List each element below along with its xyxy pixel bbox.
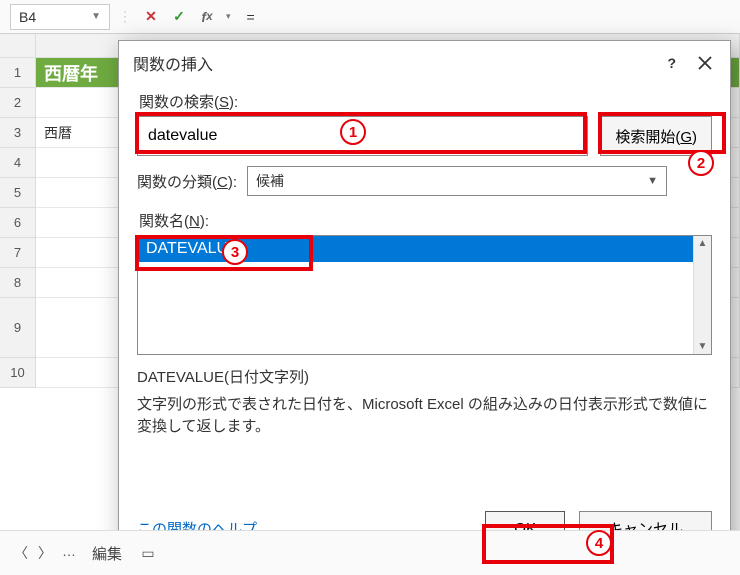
row-header[interactable]: 3	[0, 118, 36, 148]
scrollbar[interactable]: ▲ ▼	[693, 236, 711, 354]
status-mode: 編集	[92, 543, 122, 564]
sheet-prev-icon[interactable]: 〈	[14, 543, 28, 563]
function-signature: DATEVALUE(日付文字列)	[137, 367, 712, 390]
select-all-corner[interactable]	[0, 34, 36, 57]
formula-value: =	[247, 9, 255, 25]
sheet-ellipsis: …	[62, 543, 76, 563]
sheet-next-icon[interactable]: 〉	[38, 543, 52, 563]
sheet-nav: 〈 〉 …	[14, 543, 76, 563]
search-label: 関数の検索(S):	[139, 91, 712, 112]
row-headers: 1 2 3 4 5 6 7 8 9 10	[0, 58, 36, 388]
row-header[interactable]: 4	[0, 148, 36, 178]
help-button[interactable]: ?	[667, 55, 676, 71]
annotation-circle-2: 2	[688, 150, 714, 176]
annotation-circle-3: 3	[222, 239, 248, 265]
cancel-formula-icon[interactable]: ✕	[140, 6, 162, 28]
scroll-up-icon[interactable]: ▲	[698, 238, 708, 249]
scroll-down-icon[interactable]: ▼	[698, 341, 708, 352]
separator: ⋮	[118, 8, 132, 25]
row-header[interactable]: 9	[0, 298, 36, 358]
row-header[interactable]: 10	[0, 358, 36, 388]
status-bar: 〈 〉 … 編集 ▭	[0, 530, 740, 575]
function-description: DATEVALUE(日付文字列) 文字列の形式で表された日付を、Microsof…	[137, 367, 712, 439]
dialog-titlebar[interactable]: 関数の挿入 ?	[119, 41, 730, 81]
annotation-circle-4: 4	[586, 530, 612, 556]
close-icon[interactable]	[694, 52, 716, 74]
function-description-text: 文字列の形式で表された日付を、Microsoft Excel の組み込みの日付表…	[137, 394, 712, 439]
chevron-down-icon: ▾	[226, 11, 231, 22]
category-value: 候補	[256, 171, 284, 191]
name-box[interactable]: B4 ▼	[10, 4, 110, 30]
function-name-label: 関数名(N):	[139, 210, 712, 231]
chevron-down-icon: ▼	[647, 175, 658, 187]
insert-function-dialog: 関数の挿入 ? 関数の検索(S): 検索開始(G) 関数の分類(C): 候補 ▼	[118, 40, 731, 560]
fx-icon[interactable]: fx	[196, 6, 218, 28]
formula-bar-buttons: ✕ ✓ fx ▾	[140, 6, 231, 28]
chevron-down-icon: ▼	[91, 11, 101, 22]
name-box-value: B4	[19, 9, 36, 25]
annotation-circle-1: 1	[340, 119, 366, 145]
formula-input[interactable]: =	[239, 6, 730, 28]
category-select[interactable]: 候補 ▼	[247, 166, 667, 196]
row-header[interactable]: 7	[0, 238, 36, 268]
formula-bar: B4 ▼ ⋮ ✕ ✓ fx ▾ =	[0, 0, 740, 34]
dialog-title: 関数の挿入	[133, 51, 213, 75]
row-header[interactable]: 2	[0, 88, 36, 118]
row-header[interactable]: 1	[0, 58, 36, 88]
row-header[interactable]: 6	[0, 208, 36, 238]
accessibility-icon[interactable]: ▭	[138, 543, 158, 563]
accept-formula-icon[interactable]: ✓	[168, 6, 190, 28]
row-header[interactable]: 8	[0, 268, 36, 298]
category-label: 関数の分類(C):	[137, 171, 237, 192]
row-header[interactable]: 5	[0, 178, 36, 208]
